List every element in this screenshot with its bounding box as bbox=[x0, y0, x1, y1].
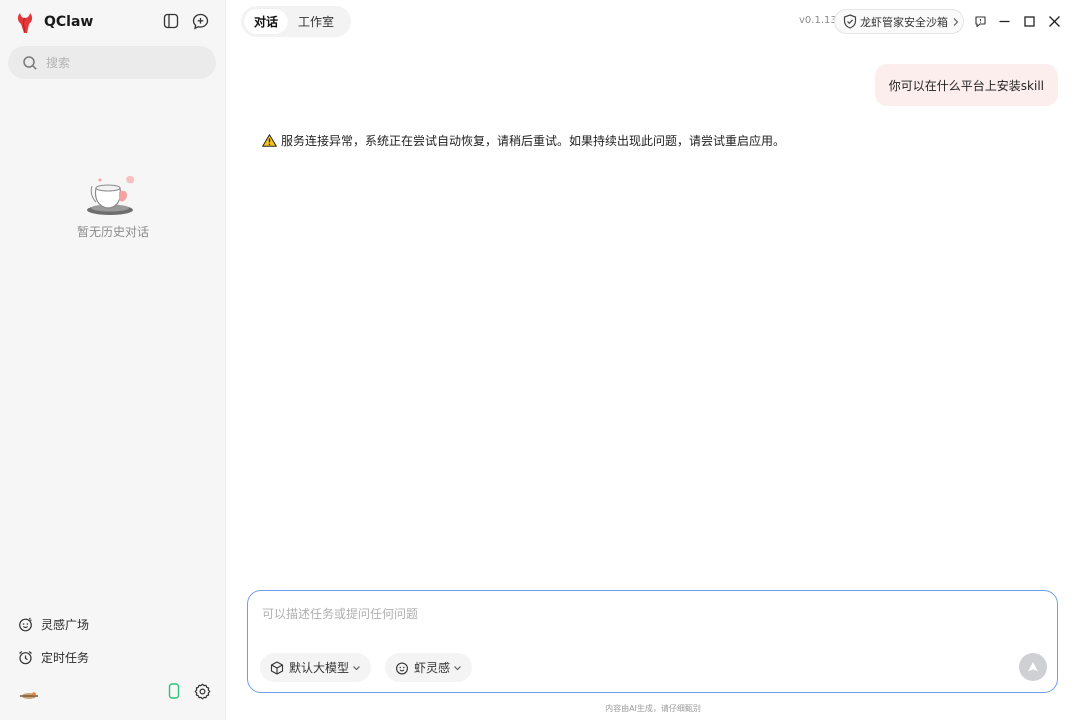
new-chat-button[interactable] bbox=[190, 11, 210, 31]
version-label: v0.1.13 bbox=[799, 15, 837, 26]
maximize-button[interactable] bbox=[1021, 13, 1037, 29]
sidebar: QClaw 搜索 暂无历史对话 灵感广场 定时任务 bbox=[0, 0, 226, 720]
security-sandbox-button[interactable]: 龙虾管家安全沙箱 bbox=[834, 9, 964, 34]
shield-check-icon bbox=[843, 14, 857, 29]
inspiration-selector-label: 虾灵感 bbox=[414, 661, 451, 675]
app-name: QClaw bbox=[44, 14, 94, 30]
error-message: 服务连接异常，系统正在尝试自动恢复，请稍后重试。如果持续出现此问题，请尝试重启应… bbox=[262, 131, 792, 152]
maximize-icon bbox=[1023, 15, 1035, 27]
search-box[interactable] bbox=[8, 46, 216, 79]
search-icon bbox=[23, 55, 37, 70]
error-message-text: 服务连接异常，系统正在尝试自动恢复，请稍后重试。如果持续出现此问题，请尝试重启应… bbox=[281, 134, 786, 148]
tab-studio[interactable]: 工作室 bbox=[288, 9, 344, 34]
close-icon bbox=[1048, 15, 1060, 27]
empty-history-illustration bbox=[87, 175, 135, 215]
user-avatar[interactable] bbox=[18, 688, 40, 702]
settings-button[interactable] bbox=[193, 682, 211, 700]
feedback-button[interactable] bbox=[972, 13, 988, 29]
minimize-button[interactable] bbox=[996, 13, 1012, 29]
sidebar-panel-icon bbox=[163, 13, 179, 29]
sidebar-item-scheduled-tasks[interactable]: 定时任务 bbox=[18, 647, 89, 667]
chevron-right-icon bbox=[953, 17, 959, 26]
smile-face-icon bbox=[19, 617, 32, 631]
new-chat-icon bbox=[192, 13, 208, 29]
send-arrow-icon bbox=[1028, 662, 1038, 672]
ai-disclaimer: 内容由AI生成，请仔细甄别 bbox=[605, 704, 701, 713]
toggle-sidebar-button[interactable] bbox=[161, 11, 181, 31]
view-tabs: 对话 工作室 bbox=[241, 6, 351, 37]
warning-icon bbox=[262, 134, 277, 147]
gear-icon bbox=[194, 683, 210, 699]
minimize-icon bbox=[999, 20, 1009, 22]
app-window: QClaw 搜索 暂无历史对话 灵感广场 定时任务 对话 工作室 v0.1.13… bbox=[0, 0, 1080, 720]
send-button[interactable] bbox=[1019, 653, 1047, 681]
device-status-button[interactable] bbox=[165, 682, 183, 700]
feedback-icon bbox=[974, 15, 986, 27]
message-composer: 默认大模型 虾灵感 bbox=[247, 590, 1058, 693]
chevron-down-icon bbox=[454, 665, 461, 670]
sandbox-label: 龙虾管家安全沙箱 bbox=[860, 15, 948, 29]
chevron-down-icon bbox=[353, 665, 360, 670]
sidebar-item-label: 定时任务 bbox=[41, 650, 90, 665]
inspiration-selector[interactable]: 虾灵感 bbox=[385, 653, 473, 682]
user-message-bubble: 你可以在什么平台上安装skill bbox=[874, 64, 1058, 106]
alarm-clock-icon bbox=[19, 650, 32, 664]
user-message-text: 你可以在什么平台上安装skill bbox=[888, 78, 1044, 93]
model-selector[interactable]: 默认大模型 bbox=[260, 653, 372, 682]
brand: QClaw bbox=[14, 10, 93, 34]
cube-icon bbox=[270, 660, 284, 675]
close-button[interactable] bbox=[1046, 13, 1062, 29]
phone-icon bbox=[168, 683, 180, 699]
tab-chat[interactable]: 对话 bbox=[244, 9, 289, 34]
sidebar-item-label: 灵感广场 bbox=[41, 617, 90, 632]
lobster-logo-icon bbox=[17, 13, 33, 33]
sidebar-item-inspiration[interactable]: 灵感广场 bbox=[18, 614, 89, 634]
smile-face-icon bbox=[396, 661, 408, 674]
model-selector-label: 默认大模型 bbox=[289, 661, 350, 675]
message-input[interactable] bbox=[262, 605, 1032, 635]
empty-history-text: 暂无历史对话 bbox=[76, 225, 149, 239]
search-input[interactable] bbox=[46, 55, 196, 70]
